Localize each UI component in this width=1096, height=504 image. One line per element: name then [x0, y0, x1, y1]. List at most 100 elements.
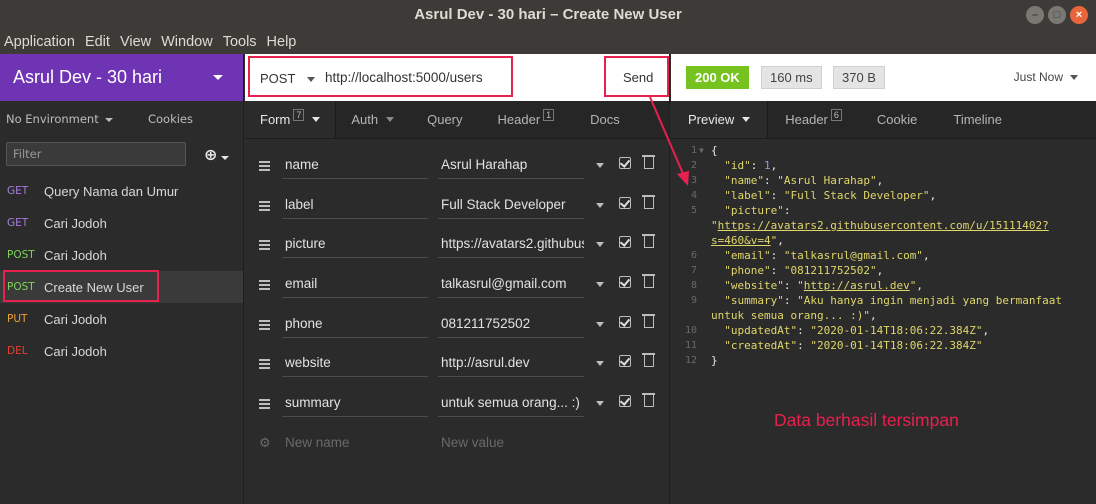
filter-input[interactable]: Filter: [6, 142, 186, 166]
workspace-selector[interactable]: Asrul Dev - 30 hari: [0, 54, 243, 101]
chevron-down-icon[interactable]: [596, 202, 604, 208]
code-line: 5 "picture":: [690, 204, 791, 217]
tab-auth[interactable]: Auth: [336, 101, 408, 138]
menu-window[interactable]: Window: [157, 34, 217, 50]
history-dropdown[interactable]: Just Now: [1014, 70, 1078, 84]
request-item[interactable]: PUT Cari Jodoh: [0, 303, 243, 335]
chevron-down-icon: [221, 155, 230, 160]
tab-header[interactable]: Header 1: [482, 101, 571, 138]
tab-preview[interactable]: Preview: [671, 101, 769, 138]
json-key: "updatedAt": [724, 324, 798, 337]
drag-handle-icon[interactable]: [259, 161, 270, 173]
status-badge: 200 OK: [686, 66, 749, 89]
request-tabs: Form 7 Auth Query Header 1 Docs: [245, 101, 669, 139]
checkbox-icon[interactable]: [619, 355, 631, 368]
chevron-down-icon[interactable]: [596, 242, 604, 248]
drag-handle-icon[interactable]: [259, 240, 270, 252]
drag-handle-icon[interactable]: [259, 399, 270, 411]
code-line: 8 "website": "http://asrul.dev",: [690, 279, 923, 292]
request-item[interactable]: GET Cari Jodoh: [0, 207, 243, 239]
json-value: "081211752502": [783, 264, 877, 277]
request-item[interactable]: DEL Cari Jodoh: [0, 335, 243, 367]
drag-handle-icon[interactable]: [259, 280, 270, 292]
chevron-down-icon[interactable]: [596, 321, 604, 327]
checkbox-icon[interactable]: [619, 315, 631, 328]
fold-icon[interactable]: ▼: [697, 143, 711, 158]
chevron-down-icon[interactable]: [596, 163, 604, 168]
json-link[interactable]: s=460&v=4: [711, 234, 771, 247]
new-value-input[interactable]: New value: [438, 429, 584, 457]
annotation-box-url: [248, 56, 513, 97]
maximize-icon[interactable]: □: [1048, 6, 1066, 24]
trash-icon[interactable]: [642, 155, 655, 169]
request-item[interactable]: GET Query Nama dan Umur: [0, 175, 243, 207]
trash-icon[interactable]: [642, 274, 655, 289]
tab-label: Timeline: [953, 112, 1003, 127]
new-name-input[interactable]: New name: [282, 429, 428, 457]
checkbox-icon[interactable]: [619, 196, 631, 209]
menu-bar: Application Edit View Window Tools Help: [0, 30, 1096, 54]
field-name-input[interactable]: phone: [282, 310, 428, 338]
menu-help[interactable]: Help: [263, 34, 301, 50]
field-value-input[interactable]: talkasrul@gmail.com: [438, 270, 584, 299]
menu-edit[interactable]: Edit: [81, 34, 114, 50]
cookies-button[interactable]: Cookies: [148, 112, 193, 126]
json-value: "Aku hanya ingin menjadi yang bermanfaat: [797, 294, 1063, 307]
field-value-input[interactable]: 081211752502: [438, 310, 584, 338]
menu-view[interactable]: View: [116, 34, 155, 50]
window-title: Asrul Dev - 30 hari – Create New User: [414, 6, 682, 23]
json-key: "id": [724, 159, 751, 172]
field-name-input[interactable]: email: [282, 270, 428, 299]
tab-docs[interactable]: Docs: [570, 101, 635, 138]
chevron-down-icon: [213, 75, 223, 80]
environment-selector[interactable]: No Environment: [6, 112, 113, 126]
field-name-input[interactable]: picture: [282, 230, 428, 259]
json-value: "2020-01-14T18:06:22.384Z": [810, 339, 983, 352]
field-value-input[interactable]: Asrul Harahap: [438, 151, 584, 179]
drag-handle-icon[interactable]: [259, 200, 270, 213]
field-value-input[interactable]: Full Stack Developer: [438, 191, 584, 219]
json-value: untuk semua orang... :)": [711, 309, 870, 322]
checkbox-icon[interactable]: [619, 157, 631, 169]
field-name-input[interactable]: name: [282, 151, 428, 179]
field-name-input[interactable]: label: [282, 191, 428, 219]
tab-query[interactable]: Query: [408, 101, 481, 138]
menu-application[interactable]: Application: [0, 34, 79, 50]
checkbox-icon[interactable]: [619, 276, 631, 289]
field-value-input[interactable]: https://avatars2.githubusercontent.com/u…: [438, 230, 584, 259]
checkbox-icon[interactable]: [619, 236, 631, 249]
drag-handle-icon[interactable]: [259, 319, 270, 332]
trash-icon[interactable]: [642, 234, 655, 249]
json-link[interactable]: https://avatars2.githubusercontent.com/u…: [718, 219, 1049, 232]
chevron-down-icon[interactable]: [596, 282, 604, 288]
tab-response-header[interactable]: Header 6: [768, 101, 859, 138]
trash-icon[interactable]: [642, 194, 655, 209]
chevron-down-icon[interactable]: [596, 361, 604, 367]
tab-timeline[interactable]: Timeline: [935, 101, 1020, 138]
minimize-icon[interactable]: –: [1026, 6, 1044, 24]
field-name-input[interactable]: summary: [282, 389, 428, 418]
checkbox-icon[interactable]: [619, 395, 631, 408]
request-item[interactable]: POST Cari Jodoh: [0, 239, 243, 271]
history-label: Just Now: [1013, 70, 1063, 84]
tab-cookie[interactable]: Cookie: [859, 101, 935, 138]
field-value-input[interactable]: untuk semua orang... :): [438, 389, 584, 418]
code-line: 7 "phone": "081211752502",: [690, 264, 884, 277]
trash-icon[interactable]: [642, 393, 655, 408]
tab-form[interactable]: Form 7: [245, 101, 337, 138]
json-key: "label": [724, 189, 771, 202]
trash-icon[interactable]: [642, 313, 655, 328]
menu-tools[interactable]: Tools: [219, 34, 261, 50]
chevron-down-icon[interactable]: [596, 401, 604, 407]
method-badge: POST: [7, 249, 35, 261]
json-link[interactable]: http://asrul.dev: [804, 279, 910, 292]
field-name-input[interactable]: website: [282, 349, 428, 378]
close-icon[interactable]: ×: [1070, 6, 1088, 24]
json-key: "phone": [724, 264, 771, 277]
trash-icon[interactable]: [642, 353, 655, 368]
field-value-input[interactable]: http://asrul.dev: [438, 349, 584, 378]
drag-handle-icon[interactable]: [259, 359, 270, 371]
add-request-button[interactable]: ⊕: [204, 145, 230, 164]
json-key: "createdAt": [724, 339, 798, 352]
gear-icon[interactable]: ⚙: [259, 435, 271, 451]
